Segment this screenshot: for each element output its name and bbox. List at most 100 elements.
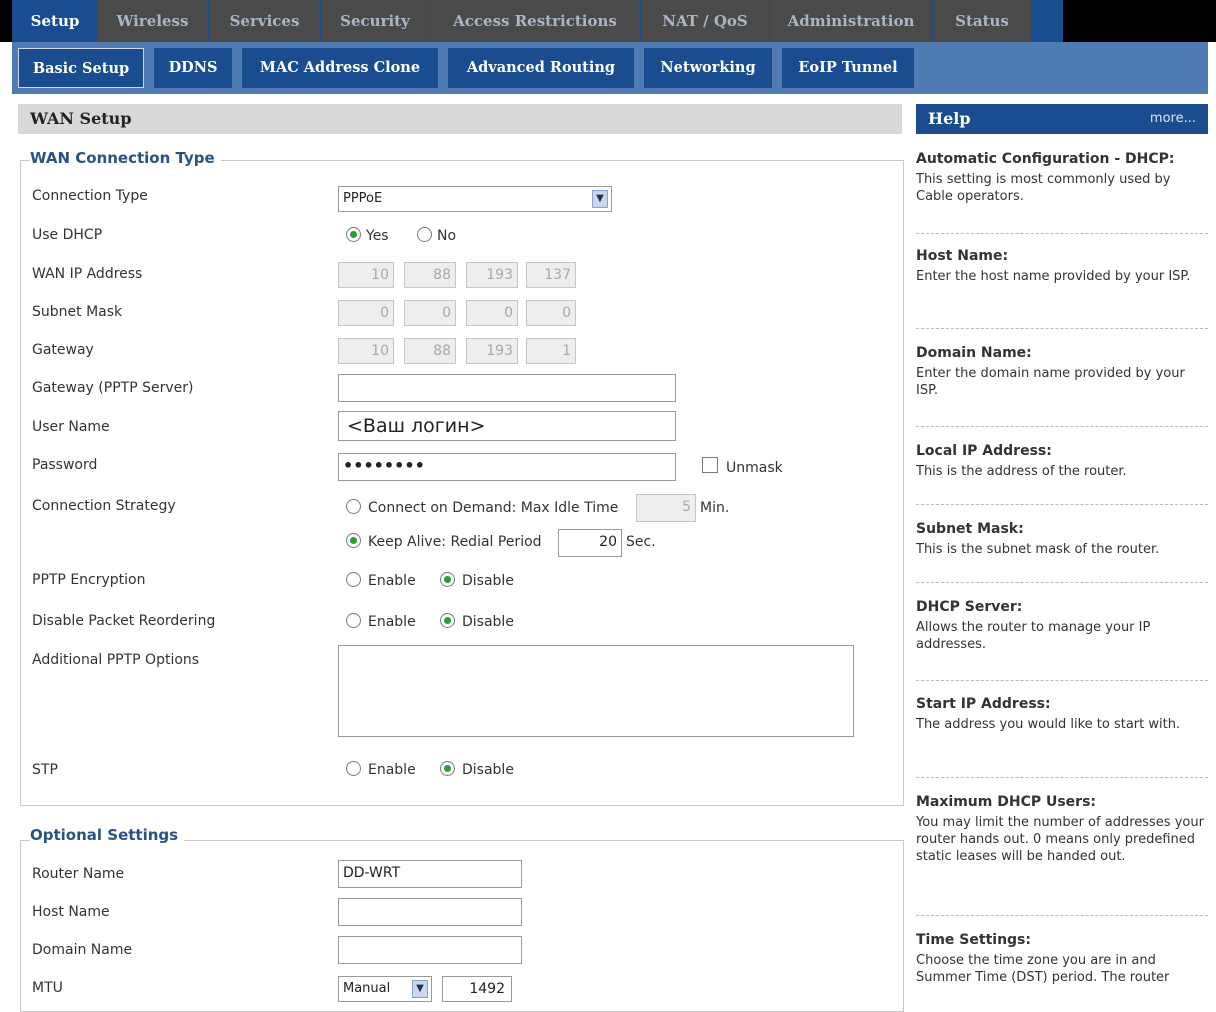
help-item-body: This is the address of the router.: [916, 464, 1127, 479]
pptp-encryption-disable-label: Disable: [462, 573, 514, 589]
gateway-octet-1[interactable]: 10: [338, 338, 394, 364]
mtu-mode-value: Manual: [343, 981, 391, 996]
tab-setup[interactable]: Setup: [14, 0, 97, 42]
domain-name-label: Domain Name: [32, 942, 133, 958]
help-item: Maximum DHCP Users: You may limit the nu…: [916, 794, 1206, 865]
help-item-body: The address you would like to start with…: [916, 717, 1181, 732]
subtab-networking[interactable]: Networking: [644, 48, 772, 88]
help-item-title: Local IP Address:: [916, 443, 1052, 459]
use-dhcp-no-label: No: [437, 228, 457, 244]
subnet-octet-1[interactable]: 0: [338, 300, 394, 326]
connect-on-demand-label: Connect on Demand: Max Idle Time: [368, 500, 619, 516]
idle-unit-label: Min.: [700, 500, 730, 516]
tab-nat-qos[interactable]: NAT / QoS: [641, 0, 770, 42]
stp-label: STP: [32, 762, 58, 778]
help-divider: [916, 328, 1208, 329]
host-name-input[interactable]: [338, 898, 522, 926]
help-divider: [916, 680, 1208, 681]
stp-enable-radio[interactable]: [346, 761, 361, 776]
gateway-label: Gateway: [32, 342, 94, 358]
additional-pptp-textarea[interactable]: [338, 645, 854, 737]
subnet-octet-2[interactable]: 0: [404, 300, 456, 326]
tab-services[interactable]: Services: [209, 0, 321, 42]
help-item-body: This is the subnet mask of the router.: [916, 542, 1160, 557]
subtab-basic-setup[interactable]: Basic Setup: [18, 48, 144, 88]
help-item-title: Subnet Mask:: [916, 521, 1024, 537]
pptp-encryption-enable-radio[interactable]: [346, 572, 361, 587]
help-item: Start IP Address: The address you would …: [916, 696, 1206, 733]
connect-on-demand-radio[interactable]: [346, 499, 361, 514]
mtu-mode-select[interactable]: Manual ▼: [338, 976, 432, 1002]
unmask-checkbox[interactable]: [702, 457, 718, 473]
keep-alive-radio[interactable]: [346, 533, 361, 548]
subtab-advanced-routing[interactable]: Advanced Routing: [448, 48, 634, 88]
help-item-body: Choose the time zone you are in and Summ…: [916, 953, 1170, 985]
gateway-octet-4[interactable]: 1: [526, 338, 576, 364]
pptp-encryption-disable-radio[interactable]: [440, 572, 455, 587]
wan-ip-octet-4[interactable]: 137: [526, 262, 576, 288]
subtab-mac-address-clone[interactable]: MAC Address Clone: [242, 48, 438, 88]
wan-connection-legend: WAN Connection Type: [30, 149, 221, 167]
packet-reordering-disable-label: Disable: [462, 614, 514, 630]
optional-settings-legend: Optional Settings: [30, 826, 185, 844]
password-label: Password: [32, 457, 98, 473]
redial-period-input[interactable]: 20: [558, 529, 622, 557]
tab-security[interactable]: Security: [321, 0, 430, 42]
tab-access-restrictions[interactable]: Access Restrictions: [430, 0, 641, 42]
wan-ip-octet-3[interactable]: 193: [466, 262, 518, 288]
host-name-label: Host Name: [32, 904, 110, 920]
wan-ip-octet-2[interactable]: 88: [404, 262, 456, 288]
chevron-down-icon: ▼: [412, 980, 428, 998]
gateway-octet-3[interactable]: 193: [466, 338, 518, 364]
help-item-title: Maximum DHCP Users:: [916, 794, 1097, 810]
stp-disable-radio[interactable]: [440, 761, 455, 776]
use-dhcp-label: Use DHCP: [32, 227, 103, 243]
use-dhcp-no-radio[interactable]: [417, 227, 432, 242]
tab-status[interactable]: Status: [933, 0, 1032, 42]
gateway-octet-2[interactable]: 88: [404, 338, 456, 364]
tab-administration[interactable]: Administration: [770, 0, 933, 42]
subnet-mask-label: Subnet Mask: [32, 304, 123, 320]
subnet-octet-4[interactable]: 0: [526, 300, 576, 326]
help-more-link[interactable]: more...: [1150, 104, 1196, 134]
connection-strategy-label: Connection Strategy: [32, 498, 176, 514]
pptp-encryption-enable-label: Enable: [368, 573, 416, 589]
help-item: DHCP Server: Allows the router to manage…: [916, 599, 1206, 653]
router-name-input[interactable]: DD-WRT: [338, 860, 522, 888]
domain-name-input[interactable]: [338, 936, 522, 964]
help-item-title: Host Name:: [916, 248, 1009, 264]
sub-nav-bar: Basic Setup DDNS MAC Address Clone Advan…: [12, 42, 1208, 94]
help-item-title: Automatic Configuration - DHCP:: [916, 151, 1175, 167]
subtab-ddns[interactable]: DDNS: [154, 48, 232, 88]
password-input[interactable]: ••••••••: [338, 453, 676, 481]
help-item-body: Allows the router to manage your IP addr…: [916, 620, 1151, 652]
wan-ip-octet-1[interactable]: 10: [338, 262, 394, 288]
use-dhcp-yes-radio[interactable]: [346, 227, 361, 242]
help-divider: [916, 504, 1208, 505]
connection-type-select[interactable]: PPPoE ▼: [338, 186, 612, 212]
help-item-title: DHCP Server:: [916, 599, 1023, 615]
help-item: Subnet Mask: This is the subnet mask of …: [916, 521, 1206, 558]
help-item-body: This setting is most commonly used by Ca…: [916, 172, 1171, 204]
pptp-encryption-label: PPTP Encryption: [32, 572, 146, 588]
help-item-title: Time Settings:: [916, 932, 1031, 948]
keep-alive-label: Keep Alive: Redial Period: [368, 534, 542, 550]
packet-reordering-disable-radio[interactable]: [440, 613, 455, 628]
subnet-octet-3[interactable]: 0: [466, 300, 518, 326]
help-divider: [916, 233, 1208, 234]
gateway-pptp-input[interactable]: [338, 374, 676, 402]
help-item-body: Enter the domain name provided by your I…: [916, 366, 1185, 398]
mtu-value-input[interactable]: 1492: [442, 976, 512, 1002]
packet-reordering-enable-radio[interactable]: [346, 613, 361, 628]
max-idle-time-input[interactable]: 5: [636, 494, 696, 522]
help-item-title: Domain Name:: [916, 345, 1032, 361]
connection-type-label: Connection Type: [32, 188, 148, 204]
subtab-eoip-tunnel[interactable]: EoIP Tunnel: [782, 48, 914, 88]
mtu-label: MTU: [32, 980, 63, 996]
tab-wireless[interactable]: Wireless: [97, 0, 209, 42]
user-name-input[interactable]: <Ваш логин>: [338, 411, 676, 441]
connection-type-value: PPPoE: [343, 191, 383, 206]
help-title: Help: [928, 109, 971, 128]
use-dhcp-yes-label: Yes: [366, 228, 389, 244]
help-item: Domain Name: Enter the domain name provi…: [916, 345, 1206, 399]
